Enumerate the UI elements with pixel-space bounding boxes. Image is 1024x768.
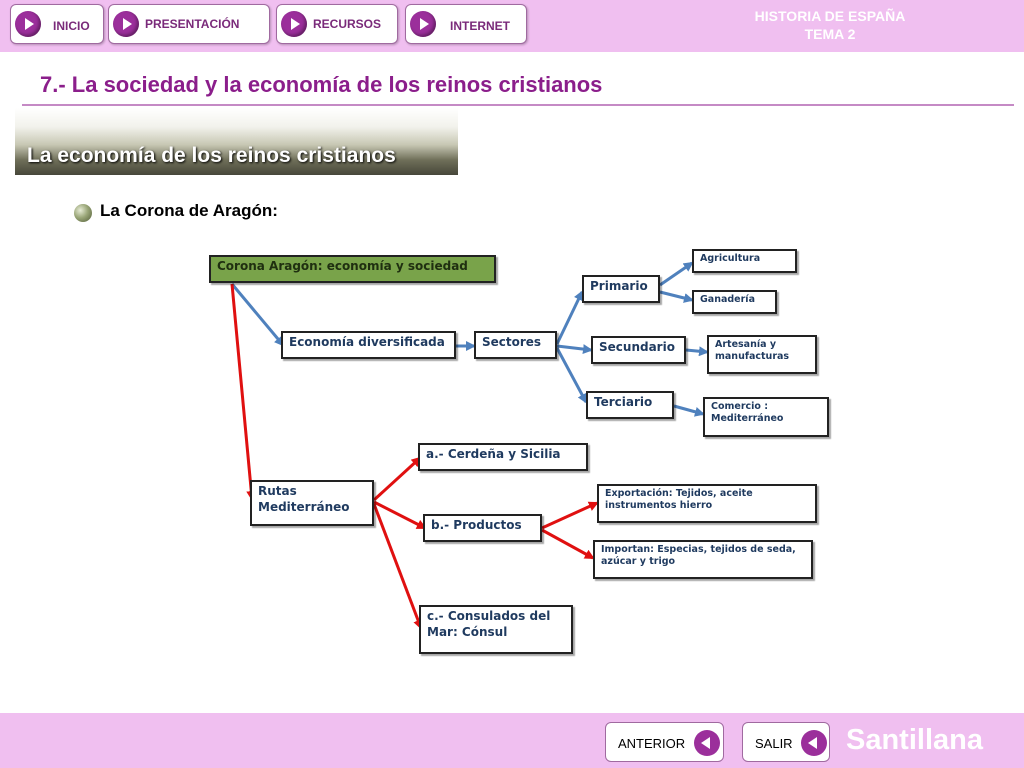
node-ganaderia: Ganadería: [692, 290, 777, 314]
node-rutas-mediterraneo: Rutas Mediterráneo: [250, 480, 374, 526]
arrow-terciario-comercio: [673, 404, 705, 417]
arrow-sectores-terciario: [555, 347, 588, 404]
anterior-label: ANTERIOR: [618, 736, 686, 751]
node-exportacion: Exportación: Tejidos, aceite instrumento…: [597, 484, 817, 523]
arrow-root-economia: [230, 283, 285, 347]
node-comercio: Comercio : Mediterráneo: [703, 397, 829, 437]
anterior-button[interactable]: ANTERIOR: [605, 722, 724, 762]
salir-button[interactable]: SALIR: [742, 722, 830, 762]
node-productos: b.- Productos: [423, 514, 542, 542]
node-economia-diversificada: Economía diversificada: [281, 331, 456, 359]
arrow-productos-importan: [541, 528, 595, 560]
node-artesania: Artesanía y manufacturas: [707, 335, 817, 374]
node-consulados: c.- Consulados del Mar: Cónsul: [419, 605, 573, 654]
arrow-rutas-cerdena: [372, 456, 422, 502]
node-agricultura: Agricultura: [692, 249, 797, 273]
santillana-logo: Santillana: [846, 724, 983, 756]
back-arrow-icon: [801, 730, 827, 756]
arrow-root-rutas: [230, 283, 257, 501]
node-secundario: Secundario: [591, 336, 686, 364]
arrow-primario-ganaderia: [659, 290, 694, 303]
node-terciario: Terciario: [586, 391, 674, 419]
arrow-productos-exportacion: [541, 501, 599, 530]
arrow-secundario-artesania: [685, 346, 709, 357]
salir-label: SALIR: [755, 736, 793, 751]
back-arrow-icon: [694, 730, 720, 756]
node-primario: Primario: [582, 275, 660, 303]
node-cerdena-sicilia: a.- Cerdeña y Sicilia: [418, 443, 588, 471]
node-importan: Importan: Especias, tejidos de seda, azú…: [593, 540, 813, 579]
arrow-sectores-primario: [555, 290, 584, 345]
node-sectores: Sectores: [474, 331, 557, 359]
node-corona-aragon: Corona Aragón: economía y sociedad: [209, 255, 496, 283]
arrow-primario-agricultura: [659, 261, 694, 287]
arrow-sectores-secundario: [556, 344, 593, 355]
